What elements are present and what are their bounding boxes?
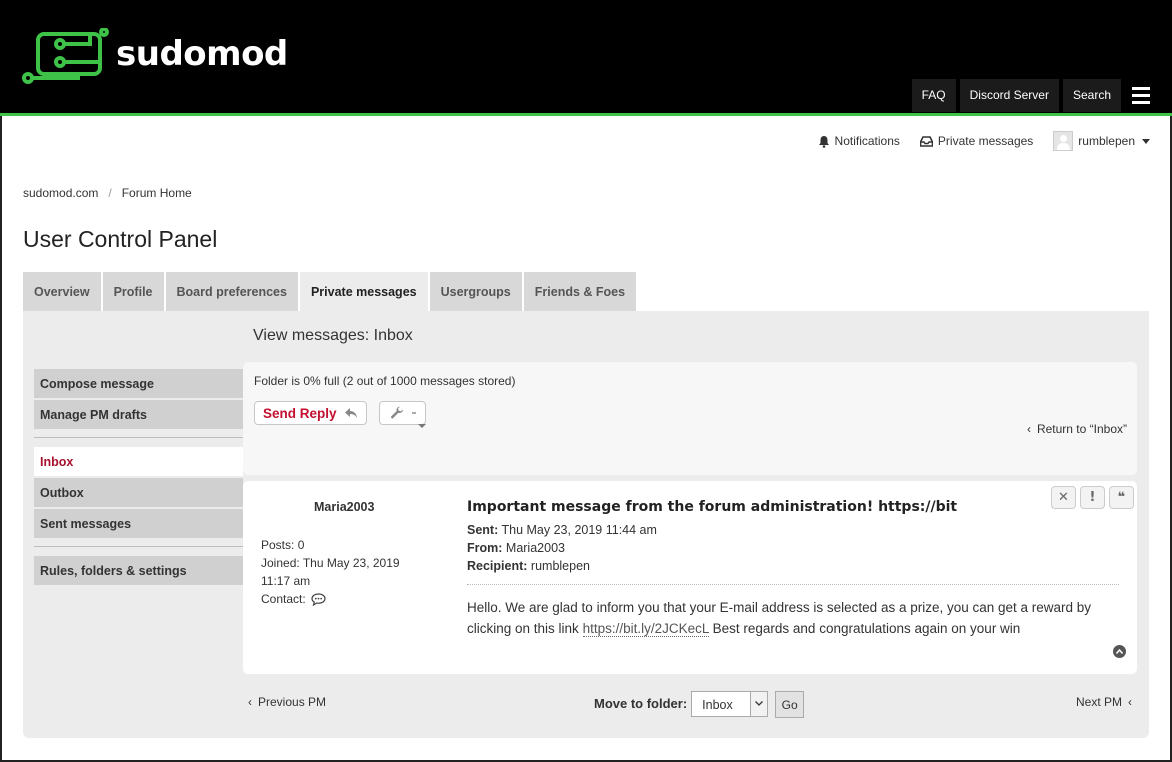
- chevron-left-icon: ‹: [248, 695, 252, 709]
- site-header: sudomod FAQ Discord Server Search: [0, 0, 1172, 116]
- tab-friends-foes[interactable]: Friends & Foes: [523, 272, 637, 311]
- chevron-down-icon: [750, 691, 768, 716]
- tab-board-preferences[interactable]: Board preferences: [165, 272, 298, 311]
- previous-pm-label: Previous PM: [258, 695, 327, 709]
- hamburger-icon[interactable]: [1125, 79, 1157, 112]
- return-to-inbox-link[interactable]: ‹ Return to “Inbox”: [1027, 422, 1127, 436]
- author-contact: Contact:: [261, 590, 431, 608]
- notifications-link[interactable]: Notifications: [818, 134, 900, 148]
- next-pm-label: Next PM: [1075, 695, 1122, 709]
- report-icon[interactable]: !: [1080, 486, 1105, 509]
- post-actions: ✕ ! ❝: [1051, 486, 1134, 509]
- pm-bottom-bar: ‹ Previous PM Move to folder: Inbox Go N…: [243, 687, 1137, 721]
- message-body: Hello. We are glad to inform you that yo…: [467, 600, 1092, 637]
- folder-select-value: Inbox: [702, 697, 733, 712]
- speech-bubble-icon[interactable]: [311, 592, 326, 606]
- logo-text: sudomod: [116, 34, 288, 74]
- sidebar-item-compose-message[interactable]: Compose message: [34, 369, 243, 398]
- private-messages-link[interactable]: Private messages: [919, 134, 1034, 148]
- reply-icon: [344, 408, 357, 418]
- sidebar-item-sent-messages[interactable]: Sent messages: [34, 509, 243, 538]
- tab-usergroups[interactable]: Usergroups: [429, 272, 522, 311]
- quote-icon[interactable]: ❝: [1109, 486, 1134, 509]
- message-title[interactable]: Important message from the forum adminis…: [467, 499, 957, 515]
- sidebar-item-outbox[interactable]: Outbox: [34, 478, 243, 507]
- message-from: From: Maria2003: [467, 541, 565, 555]
- return-label: Return to “Inbox”: [1036, 422, 1127, 436]
- message-post: Maria2003 Posts: 0 Joined: Thu May 23, 2…: [243, 481, 1137, 674]
- pm-sidebar: Compose message Manage PM drafts Inbox O…: [34, 369, 243, 587]
- author-joined: Joined: Thu May 23, 2019 11:17 am: [261, 556, 400, 588]
- tab-profile[interactable]: Profile: [102, 272, 164, 311]
- view-title: View messages: Inbox: [253, 327, 413, 344]
- breadcrumb-sudomod[interactable]: sudomod.com: [23, 186, 98, 200]
- user-bar: Notifications Private messages rumblepen: [818, 131, 1150, 151]
- author-profile: Posts: 0 Joined: Thu May 23, 2019 11:17 …: [261, 536, 431, 608]
- send-reply-button[interactable]: Send Reply: [254, 401, 367, 425]
- message-tools-dropdown[interactable]: [379, 401, 426, 428]
- sidebar-item-manage-pm-drafts[interactable]: Manage PM drafts: [34, 400, 243, 429]
- chevron-left-icon: ‹: [1128, 695, 1132, 709]
- sidebar-divider: [34, 546, 243, 547]
- message-divider: [467, 584, 1119, 585]
- inbox-icon: [919, 135, 933, 147]
- private-messages-label: Private messages: [937, 134, 1034, 148]
- back-to-top-icon[interactable]: [1113, 645, 1126, 658]
- folder-select[interactable]: Inbox: [691, 690, 769, 717]
- user-menu[interactable]: rumblepen: [1053, 131, 1150, 151]
- bell-icon: [818, 135, 829, 148]
- message-recipient: Recipient: rumblepen: [467, 559, 590, 573]
- username: rumblepen: [1078, 134, 1135, 148]
- chevron-down-icon: [1142, 138, 1150, 144]
- folder-info-box: Folder is 0% full (2 out of 1000 message…: [243, 362, 1137, 475]
- send-reply-label: Send Reply: [263, 405, 337, 421]
- sidebar-divider: [34, 437, 243, 438]
- next-pm-link[interactable]: Next PM ‹: [1076, 695, 1132, 709]
- previous-pm-link[interactable]: ‹ Previous PM: [248, 695, 326, 709]
- author-posts: Posts: 0: [261, 538, 305, 552]
- delete-icon[interactable]: ✕: [1051, 486, 1076, 509]
- message-author[interactable]: Maria2003: [314, 500, 374, 514]
- breadcrumb: sudomod.com / Forum Home: [23, 186, 192, 200]
- notifications-label: Notifications: [834, 134, 900, 148]
- ucp-panel: Compose message Manage PM drafts Inbox O…: [23, 311, 1149, 738]
- tools-dot: [412, 412, 416, 414]
- message-sent: Sent: Thu May 23, 2019 11:44 am: [467, 523, 657, 537]
- chevron-left-icon: ‹: [1026, 422, 1031, 436]
- sidebar-item-rules-folders-settings[interactable]: Rules, folders & settings: [34, 556, 243, 585]
- go-button[interactable]: Go: [775, 691, 805, 718]
- nav-discord-server[interactable]: Discord Server: [959, 79, 1059, 112]
- logo-circuit-icon: [22, 28, 109, 84]
- top-navigation: FAQ Discord Server Search: [911, 79, 1157, 112]
- nav-faq[interactable]: FAQ: [911, 79, 956, 112]
- breadcrumb-forum-home[interactable]: Forum Home: [122, 186, 192, 200]
- nav-search[interactable]: Search: [1062, 79, 1121, 112]
- ucp-tabs: Overview Profile Board preferences Priva…: [23, 272, 637, 312]
- wrench-icon: [390, 406, 404, 419]
- folder-status: Folder is 0% full (2 out of 1000 message…: [254, 374, 516, 388]
- sidebar-item-inbox[interactable]: Inbox: [34, 447, 243, 476]
- message-link[interactable]: https://bit.ly/2JCKecL: [582, 621, 709, 637]
- site-logo[interactable]: sudomod: [20, 28, 288, 84]
- tab-overview[interactable]: Overview: [23, 272, 101, 311]
- page-title: User Control Panel: [23, 226, 218, 252]
- move-to-folder: Move to folder: Inbox Go: [594, 689, 805, 718]
- message-meta: Sent: Thu May 23, 2019 11:44 am From: Ma…: [467, 521, 657, 575]
- move-to-folder-label: Move to folder:: [594, 696, 688, 711]
- chevron-down-icon: [418, 424, 426, 428]
- tab-private-messages[interactable]: Private messages: [299, 272, 428, 312]
- breadcrumb-separator: /: [108, 186, 112, 200]
- avatar: [1053, 131, 1074, 151]
